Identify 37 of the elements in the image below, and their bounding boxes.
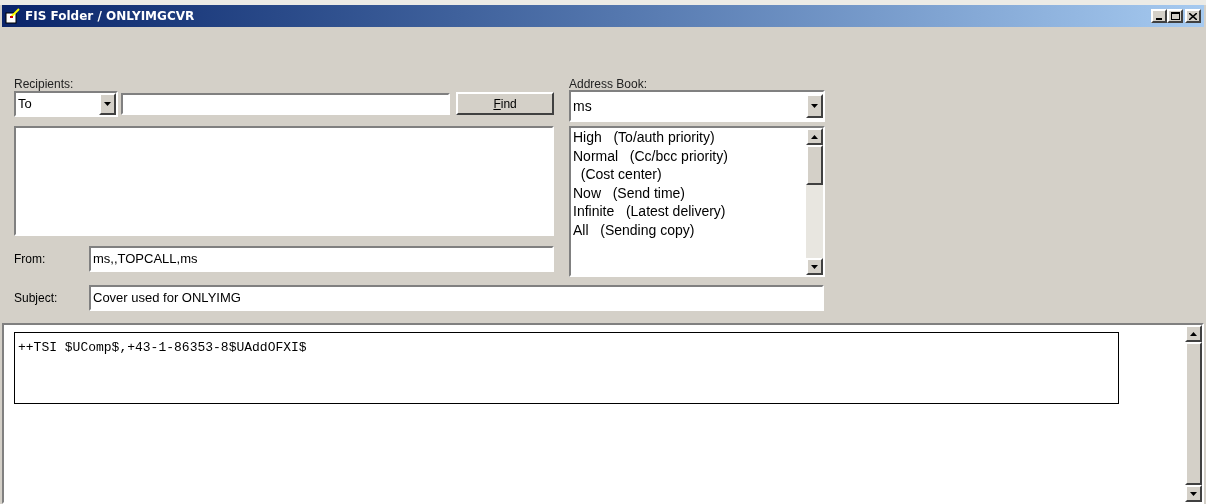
- down-arrow-icon: [1190, 491, 1197, 496]
- body-text-box[interactable]: ++TSI $UComp$,+43-1-86353-8$UAddOFXI$: [14, 332, 1119, 404]
- minimize-button[interactable]: [1151, 9, 1167, 23]
- minimize-icon: [1156, 18, 1162, 20]
- recipients-label: Recipients:: [14, 76, 75, 91]
- address-book-option[interactable]: High (To/auth priority): [573, 128, 806, 147]
- notepad-pencil-icon: [5, 8, 21, 24]
- close-icon: [1189, 12, 1197, 20]
- recipient-search-field[interactable]: [120, 92, 451, 115]
- vertical-scrollbar[interactable]: [1185, 325, 1202, 502]
- address-book-option[interactable]: (Cost center): [573, 165, 806, 184]
- caret-icon: [103, 101, 111, 106]
- address-book-label: Address Book:: [569, 76, 649, 91]
- recipient-type-dropdown[interactable]: To: [14, 90, 118, 117]
- caret-icon: [811, 104, 818, 108]
- body-text: ++TSI $UComp$,+43-1-86353-8$UAddOFXI$: [18, 340, 307, 355]
- maximize-button[interactable]: [1167, 9, 1183, 23]
- address-book-option[interactable]: Normal (Cc/bcc priority): [573, 146, 806, 165]
- up-arrow-icon: [1190, 331, 1197, 336]
- recipients-list[interactable]: [14, 126, 554, 236]
- dropdown-button[interactable]: [98, 92, 116, 115]
- up-arrow-icon: [811, 134, 818, 139]
- address-book-option[interactable]: Infinite (Latest delivery): [573, 202, 806, 221]
- find-button[interactable]: Find: [456, 92, 554, 115]
- address-book-option[interactable]: All (Sending copy): [573, 220, 806, 239]
- down-arrow-icon: [811, 264, 818, 269]
- dropdown-button[interactable]: [806, 94, 823, 118]
- subject-field[interactable]: Cover used for ONLYIMG: [89, 284, 824, 311]
- close-button[interactable]: [1185, 9, 1201, 23]
- window-title: FIS Folder / ONLYIMGCVR: [25, 8, 195, 25]
- vertical-scrollbar[interactable]: [806, 128, 823, 275]
- address-book-option[interactable]: Now (Send time): [573, 183, 806, 202]
- from-field[interactable]: ms,,TOPCALL,ms: [89, 245, 554, 272]
- subject-label: Subject:: [14, 289, 59, 307]
- from-label: From:: [14, 250, 47, 268]
- address-book-dropdown[interactable]: ms: [569, 90, 825, 122]
- maximize-icon: [1170, 12, 1180, 20]
